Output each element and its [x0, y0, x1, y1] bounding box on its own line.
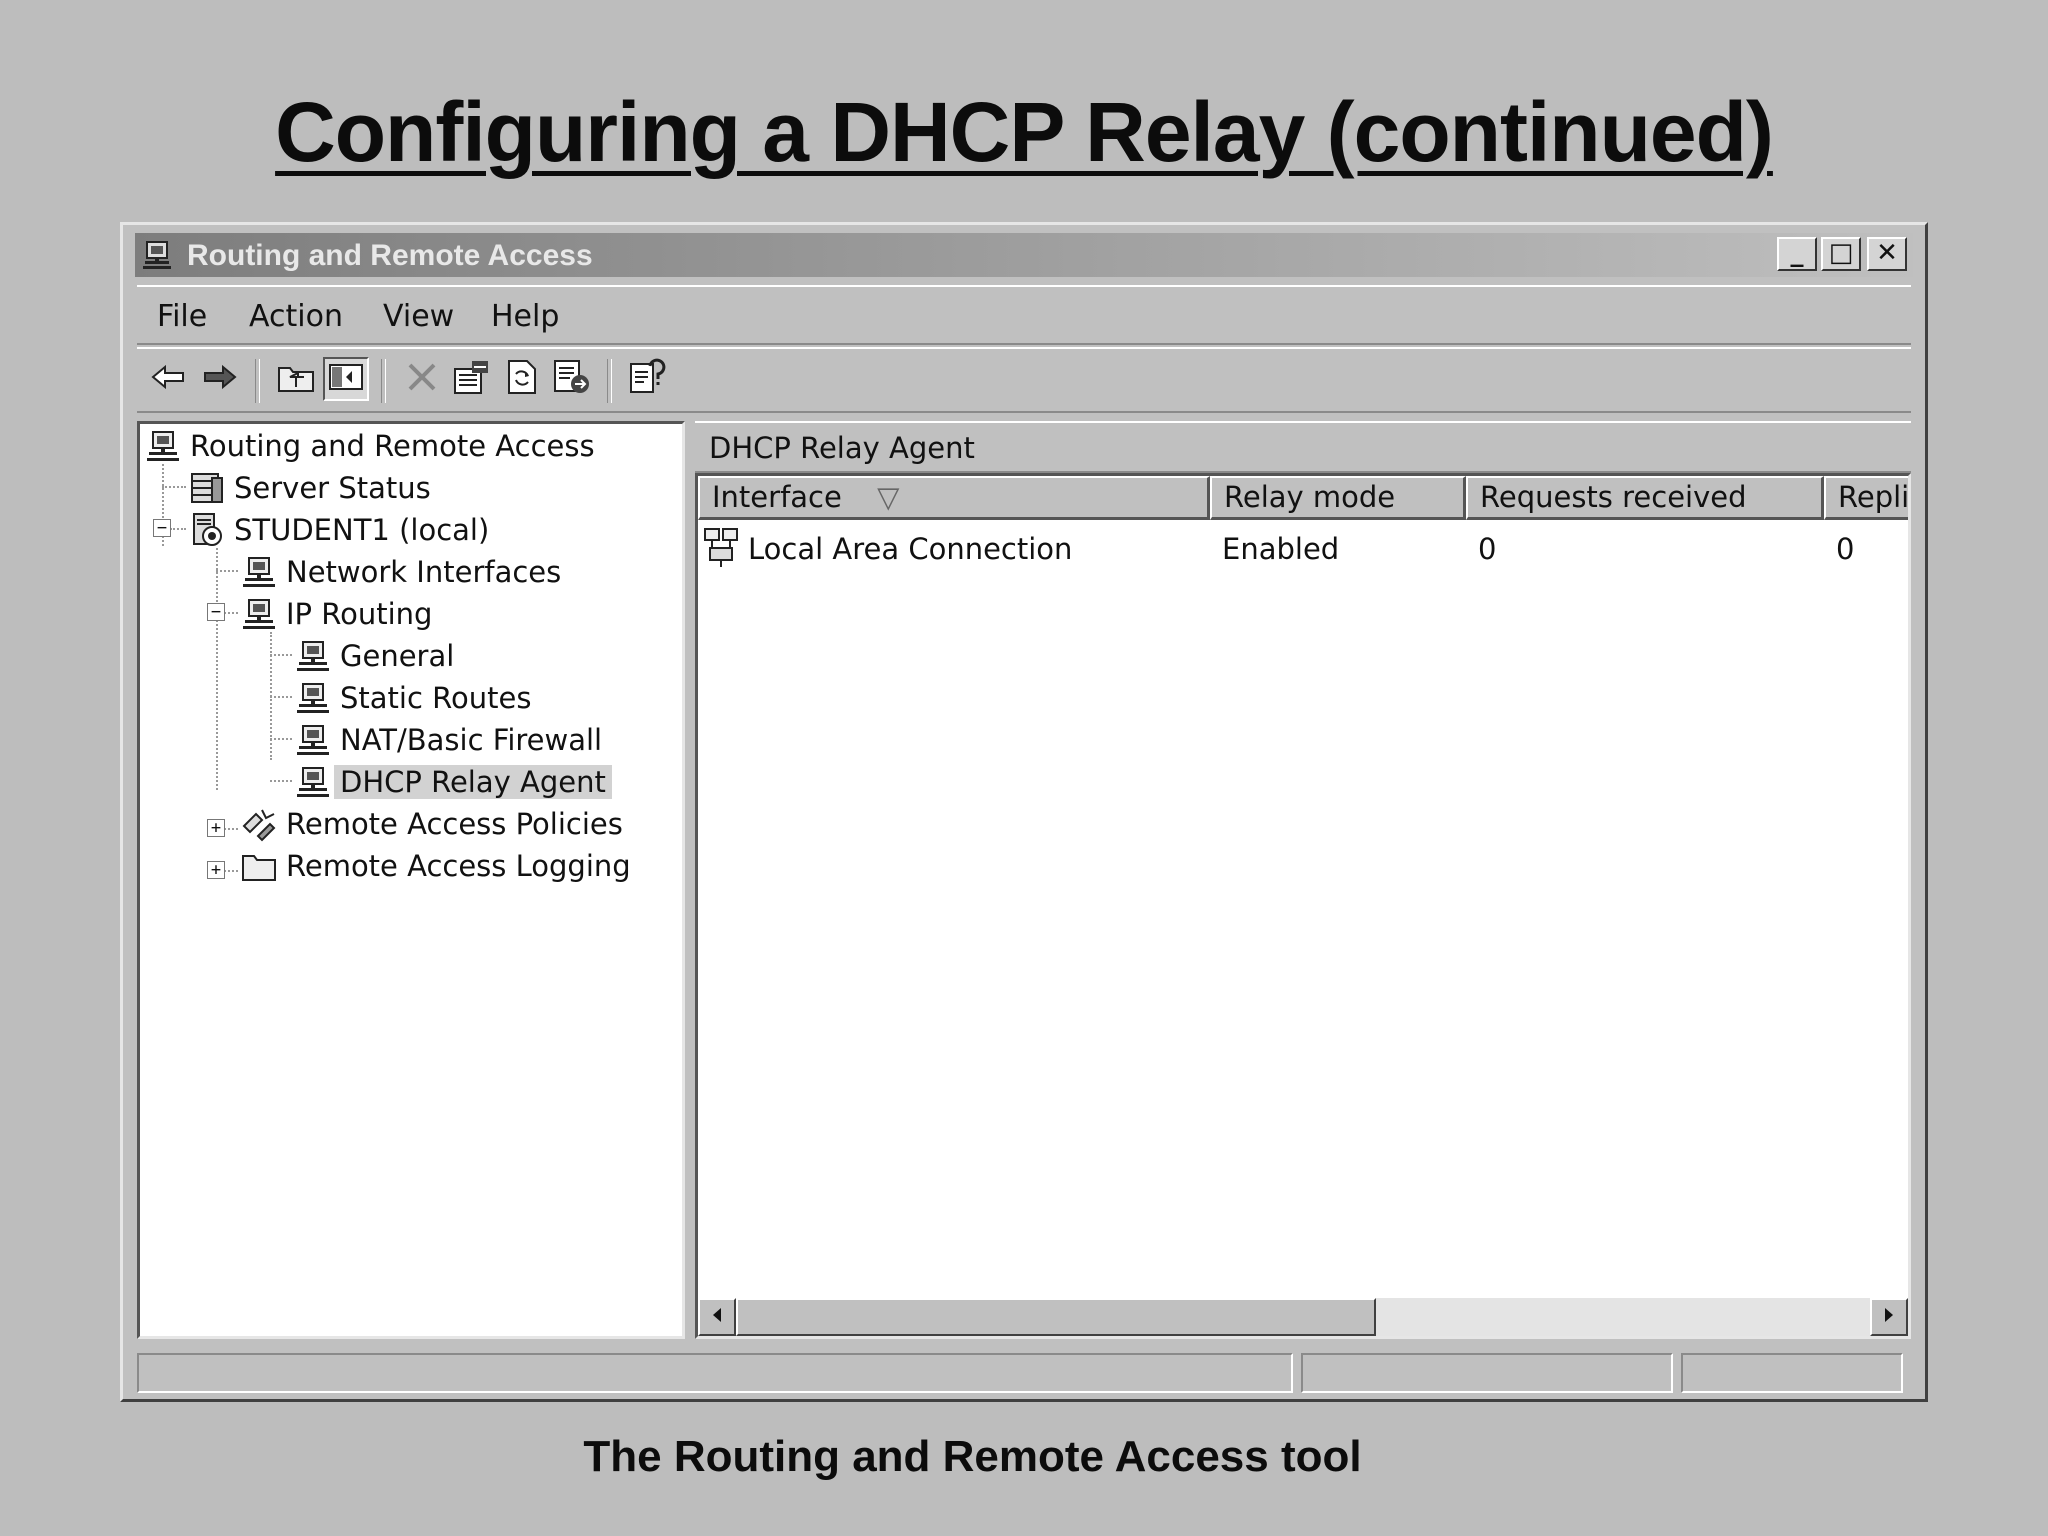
column-header-relay-mode[interactable]: Relay mode [1210, 476, 1466, 520]
horizontal-scrollbar[interactable] [698, 1298, 1908, 1336]
content-header-title: DHCP Relay Agent [709, 431, 975, 465]
dhcp-relay-icon [292, 762, 334, 802]
refresh-button[interactable] [499, 357, 545, 401]
lan-connection-icon [702, 526, 746, 577]
list-row[interactable]: Local Area Connection Enabled 0 0 [698, 526, 1908, 570]
column-header-interface[interactable]: Interface ▽ [698, 476, 1210, 520]
routing-app-icon [141, 239, 173, 271]
back-icon [149, 362, 187, 396]
scroll-right-icon [1882, 1307, 1896, 1327]
scroll-left-icon [710, 1307, 724, 1327]
tree-item-remote-access-policies[interactable]: Remote Access Policies [238, 804, 629, 844]
slide-caption: The Routing and Remote Access tool [583, 1432, 1362, 1481]
tree-item-routing-remote-access[interactable]: Routing and Remote Access [142, 426, 601, 466]
minimize-button[interactable]: _ [1777, 237, 1817, 271]
delete-icon [405, 360, 439, 398]
sort-indicator-icon: ▽ [877, 480, 900, 514]
interface-name: Local Area Connection [748, 532, 1073, 566]
collapse-ip-routing-toggle[interactable]: − [207, 603, 225, 621]
title-bar[interactable]: Routing and Remote Access _ □ ✕ [135, 233, 1913, 277]
menu-view[interactable]: View [383, 299, 454, 334]
status-panel-main [137, 1353, 1293, 1393]
content-header: DHCP Relay Agent [695, 421, 1911, 473]
refresh-icon [505, 358, 539, 400]
local-server-icon [186, 510, 228, 550]
tree-item-ip-routing[interactable]: IP Routing [238, 594, 438, 634]
menu-help[interactable]: Help [491, 299, 559, 334]
help-button[interactable] [625, 357, 671, 401]
up-one-level-button[interactable] [273, 357, 319, 401]
status-bar [137, 1353, 1911, 1393]
tree-item-network-interfaces[interactable]: Network Interfaces [238, 552, 567, 592]
export-list-button[interactable] [549, 357, 595, 401]
computer-icon [142, 426, 184, 466]
static-routes-icon [292, 678, 334, 718]
nat-firewall-icon [292, 720, 334, 760]
network-interfaces-icon [238, 552, 280, 592]
policies-icon [238, 804, 280, 844]
ip-routing-icon [238, 594, 280, 634]
up-one-level-icon [276, 360, 316, 398]
console-tree: − − + + Routing and Remote Access Server… [137, 421, 685, 1339]
tree-item-remote-access-logging[interactable]: Remote Access Logging [238, 846, 637, 886]
forward-icon [201, 362, 239, 396]
status-panel-right [1681, 1353, 1903, 1393]
export-list-icon [552, 358, 592, 400]
close-button[interactable]: ✕ [1867, 237, 1907, 271]
tree-item-server-status[interactable]: Server Status [186, 468, 437, 508]
back-button[interactable] [145, 357, 191, 401]
tree-item-student1[interactable]: STUDENT1 (local) [186, 510, 495, 550]
column-header-requests-received[interactable]: Requests received [1466, 476, 1824, 520]
column-headers: Interface ▽ Relay mode Requests received… [698, 476, 1908, 520]
expand-policies-toggle[interactable]: + [207, 819, 225, 837]
toolbar [137, 347, 1911, 413]
folder-icon [238, 846, 280, 886]
window-title: Routing and Remote Access [187, 239, 593, 272]
menu-action[interactable]: Action [249, 299, 343, 334]
column-header-replies[interactable]: Replie [1824, 476, 1908, 520]
tree-item-general[interactable]: General [292, 636, 460, 676]
slide-title: Configuring a DHCP Relay (continued) [275, 85, 1774, 179]
properties-button[interactable] [449, 357, 495, 401]
relay-mode-value: Enabled [1222, 532, 1340, 566]
expand-logging-toggle[interactable]: + [207, 861, 225, 879]
menu-file[interactable]: File [157, 299, 207, 334]
show-hide-console-tree-icon [328, 362, 364, 396]
requests-received-value: 0 [1478, 532, 1497, 566]
scroll-left-button[interactable] [698, 1298, 736, 1336]
tree-item-dhcp-relay-agent[interactable]: DHCP Relay Agent [292, 762, 612, 802]
details-list: Interface ▽ Relay mode Requests received… [695, 473, 1911, 1339]
maximize-button[interactable]: □ [1821, 237, 1861, 271]
menu-bar: File Action View Help [137, 285, 1911, 345]
show-hide-console-tree-button[interactable] [323, 357, 369, 401]
scroll-thumb[interactable] [736, 1298, 1376, 1336]
delete-button[interactable] [399, 357, 445, 401]
replies-value: 0 [1836, 532, 1855, 566]
server-status-icon [186, 468, 228, 508]
forward-button[interactable] [197, 357, 243, 401]
general-icon [292, 636, 334, 676]
properties-icon [452, 359, 492, 399]
scroll-right-button[interactable] [1870, 1298, 1908, 1336]
tree-item-static-routes[interactable]: Static Routes [292, 678, 537, 718]
help-icon [628, 358, 668, 400]
mmc-window: Routing and Remote Access _ □ ✕ File Act… [120, 222, 1928, 1402]
status-panel-middle [1301, 1353, 1673, 1393]
collapse-student1-toggle[interactable]: − [153, 519, 171, 537]
tree-item-nat-basic-firewall[interactable]: NAT/Basic Firewall [292, 720, 608, 760]
